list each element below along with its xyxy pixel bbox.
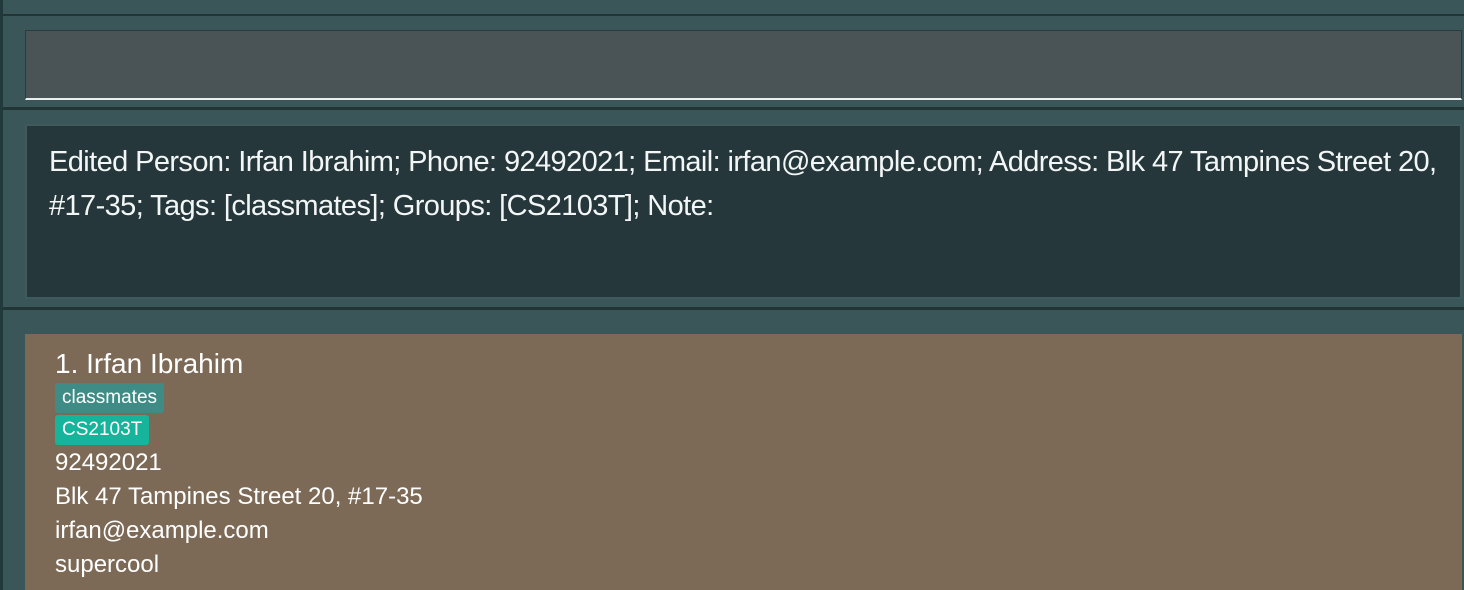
person-phone: 92492021 (55, 449, 162, 476)
result-display-pane: Edited Person: Irfan Ibrahim; Phone: 924… (3, 113, 1464, 310)
address-book-window: Edited Person: Irfan Ibrahim; Phone: 924… (0, 0, 1464, 590)
group-badge: CS2103T (55, 415, 150, 445)
person-card[interactable]: 1. Irfan Ibrahim classmates CS2103T 9249… (25, 334, 1462, 590)
person-name: 1. Irfan Ibrahim (55, 348, 244, 379)
group-row: CS2103T (55, 414, 1432, 446)
person-note: supercool (55, 551, 160, 578)
tag-badge: classmates (55, 383, 165, 413)
result-display: Edited Person: Irfan Ibrahim; Phone: 924… (25, 124, 1462, 299)
person-address: Blk 47 Tampines Street 20, #17-35 (55, 483, 423, 510)
menu-bar-edge (3, 0, 1464, 16)
command-input[interactable] (26, 31, 1461, 98)
tag-row: classmates (55, 382, 1432, 414)
command-box[interactable] (25, 30, 1462, 100)
result-message: Edited Person: Irfan Ibrahim; Phone: 924… (49, 146, 1437, 222)
person-email: irfan@example.com (55, 517, 269, 544)
command-box-pane (3, 18, 1464, 110)
person-list-panel: 1. Irfan Ibrahim classmates CS2103T 9249… (3, 313, 1464, 590)
